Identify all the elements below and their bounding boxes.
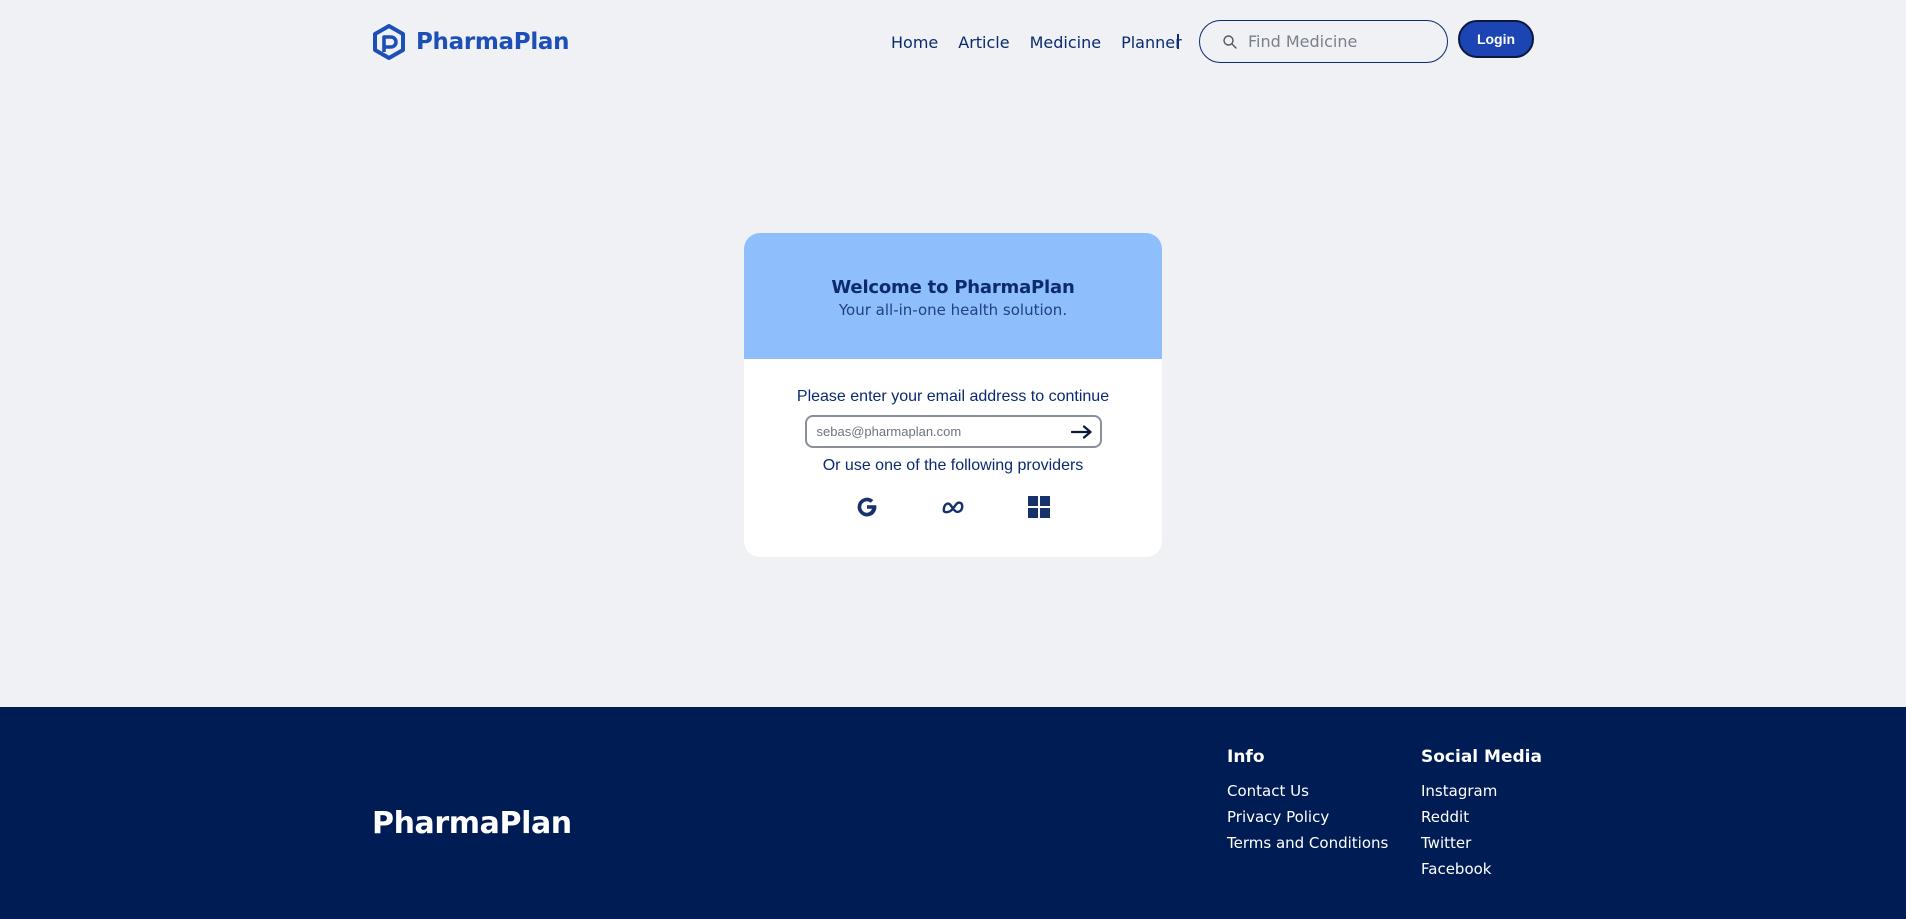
brand-name: PharmaPlan	[416, 29, 570, 55]
card-title: Welcome to PharmaPlan	[831, 277, 1075, 298]
email-prompt: Please enter your email address to conti…	[796, 388, 1110, 405]
arrow-right-icon	[1070, 424, 1092, 439]
search-bar[interactable]	[1199, 20, 1448, 63]
site-header: PharmaPlan Home Article Medicine Planner…	[0, 0, 1906, 84]
footer-info-heading: Info	[1227, 747, 1265, 767]
brand[interactable]: PharmaPlan	[372, 24, 570, 60]
login-button[interactable]: Login	[1458, 20, 1534, 58]
provider-list	[855, 495, 1051, 519]
card-header: Welcome to PharmaPlan Your all-in-one he…	[744, 233, 1162, 359]
continue-button[interactable]	[1068, 420, 1096, 444]
nav-divider	[1177, 34, 1179, 49]
meta-login-button[interactable]	[941, 495, 965, 519]
main-nav: Home Article Medicine Planner	[891, 31, 1182, 53]
microsoft-login-button[interactable]	[1027, 495, 1051, 519]
footer-link-privacy[interactable]: Privacy Policy	[1227, 804, 1388, 830]
search-input[interactable]	[1248, 32, 1438, 51]
footer-brand: PharmaPlan	[372, 806, 572, 841]
microsoft-icon	[1028, 496, 1050, 518]
nav-medicine[interactable]: Medicine	[1030, 33, 1101, 52]
footer-link-twitter[interactable]: Twitter	[1421, 830, 1542, 856]
google-icon	[857, 497, 877, 517]
footer-social-column: Social Media Instagram Reddit Twitter Fa…	[1421, 747, 1542, 882]
footer-link-facebook[interactable]: Facebook	[1421, 856, 1542, 882]
footer-link-contact[interactable]: Contact Us	[1227, 778, 1388, 804]
email-field[interactable]	[816, 424, 1068, 439]
search-icon	[1223, 34, 1237, 49]
nav-planner[interactable]: Planner	[1121, 33, 1182, 52]
footer-link-reddit[interactable]: Reddit	[1421, 804, 1542, 830]
pharmaplan-logo-icon	[373, 24, 405, 60]
email-field-wrapper	[804, 415, 1102, 448]
nav-home[interactable]: Home	[891, 33, 938, 52]
providers-text: Or use one of the following providers	[822, 457, 1084, 474]
card-subtitle: Your all-in-one health solution.	[838, 301, 1068, 319]
google-login-button[interactable]	[855, 495, 879, 519]
footer-link-instagram[interactable]: Instagram	[1421, 778, 1542, 804]
footer-social-heading: Social Media	[1421, 747, 1542, 767]
footer-link-terms[interactable]: Terms and Conditions	[1227, 830, 1388, 856]
nav-article[interactable]: Article	[958, 33, 1009, 52]
meta-icon	[942, 501, 964, 514]
site-footer: PharmaPlan Info Contact Us Privacy Polic…	[0, 707, 1906, 919]
card-body: Please enter your email address to conti…	[744, 359, 1162, 519]
footer-info-column: Info Contact Us Privacy Policy Terms and…	[1227, 747, 1388, 856]
login-card: Welcome to PharmaPlan Your all-in-one he…	[744, 233, 1162, 557]
